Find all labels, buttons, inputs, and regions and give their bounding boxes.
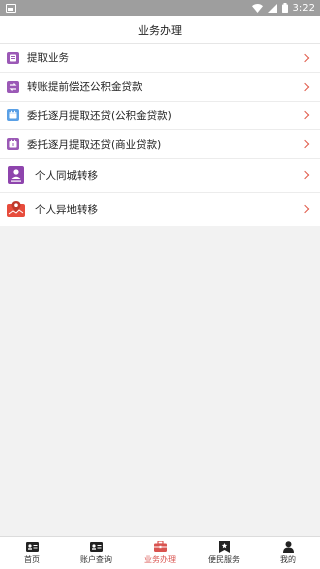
tab-label: 我的 <box>280 555 296 564</box>
menu-item-other-city-transfer[interactable]: 个人异地转移 <box>0 193 320 227</box>
status-time: 3:22 <box>292 2 315 14</box>
home-card-icon <box>25 541 39 552</box>
bottom-nav: 首页 账户查询 业务办理 便民服务 我的 <box>0 536 320 569</box>
tab-label: 账户查询 <box>80 555 112 564</box>
tab-mine[interactable]: 我的 <box>256 537 320 569</box>
tab-home[interactable]: 首页 <box>0 537 64 569</box>
chevron-right-icon <box>300 53 310 63</box>
tab-label: 首页 <box>24 555 40 564</box>
monthly-commercial-icon <box>7 138 19 151</box>
menu-item-transfer-repay[interactable]: 转账提前偿还公积金贷款 <box>0 73 320 102</box>
monthly-fund-icon <box>7 109 19 122</box>
tab-account-query[interactable]: 账户查询 <box>64 537 128 569</box>
menu-item-same-city-transfer[interactable]: 个人同城转移 <box>0 159 320 193</box>
status-bar: 3:22 <box>0 0 320 16</box>
menu-item-label: 个人同城转移 <box>35 169 98 182</box>
user-icon <box>282 540 295 553</box>
tab-business[interactable]: 业务办理 <box>128 537 192 569</box>
withdraw-icon <box>7 51 19 64</box>
menu-item-monthly-commercial-loan[interactable]: 委托逐月提取还贷(商业贷款) <box>0 130 320 160</box>
tab-convenience-service[interactable]: 便民服务 <box>192 537 256 569</box>
briefcase-icon <box>153 541 167 552</box>
battery-icon <box>281 3 288 13</box>
cellular-signal-icon <box>267 3 277 13</box>
screen: 3:22 业务办理 提取业务 转账提前偿还公积金贷款 委托逐月提取还贷(公积金贷… <box>0 0 320 569</box>
page-title: 业务办理 <box>138 23 182 37</box>
transfer-repay-icon <box>7 80 19 93</box>
menu-item-withdraw[interactable]: 提取业务 <box>0 44 320 73</box>
image-notification-icon <box>6 3 16 13</box>
chevron-right-icon <box>300 140 310 149</box>
title-bar: 业务办理 <box>0 16 320 44</box>
menu-item-label: 提取业务 <box>27 52 69 65</box>
chevron-right-icon <box>300 171 310 180</box>
menu-item-label: 转账提前偿还公积金贷款 <box>27 81 143 94</box>
other-city-icon <box>7 200 25 218</box>
tab-label: 业务办理 <box>144 555 176 564</box>
menu-item-label: 委托逐月提取还贷(商业贷款) <box>27 138 162 151</box>
tab-label: 便民服务 <box>208 555 240 564</box>
chevron-right-icon <box>300 205 310 214</box>
chevron-right-icon <box>300 111 310 120</box>
same-city-icon <box>7 166 25 185</box>
business-menu-list: 提取业务 转账提前偿还公积金贷款 委托逐月提取还贷(公积金贷款) 委托逐月提取还… <box>0 44 320 227</box>
wifi-icon <box>251 3 263 13</box>
account-card-icon <box>89 541 103 552</box>
menu-item-label: 委托逐月提取还贷(公积金贷款) <box>27 109 172 122</box>
bookmark-icon <box>218 540 231 553</box>
chevron-right-icon <box>300 82 310 91</box>
menu-item-monthly-fund-loan[interactable]: 委托逐月提取还贷(公积金贷款) <box>0 102 320 131</box>
menu-item-label: 个人异地转移 <box>35 203 98 216</box>
